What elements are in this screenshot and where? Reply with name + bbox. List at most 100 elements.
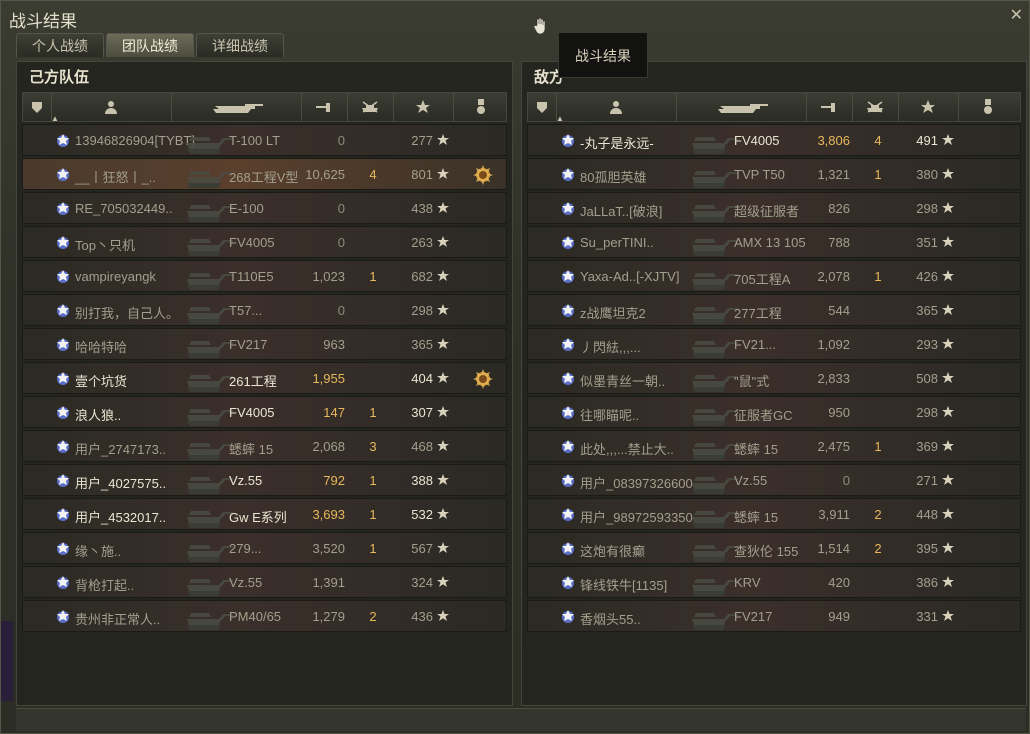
mastery-award-icon [473,165,493,185]
header-kills-icon[interactable] [347,93,394,121]
ally-team-panel: 己方队伍 ▲ 13946826904[TYBT] T-100 LT 0 277 __丨狂… [16,61,513,706]
window-title: 战斗结果 [9,12,77,31]
player-name: 用户_2747173.. [75,442,167,457]
player-row[interactable]: 用户_08397326600 Vz.55 0 271 [527,464,1021,496]
player-row[interactable]: Yaxa-Ad..[-XJTV] 705工程A 2,078 1 426 [527,260,1021,292]
tank-silhouette-icon [692,307,738,324]
tank-name: Vz.55 [229,473,263,488]
xp-value: 386 [916,575,938,590]
bottom-bar [16,708,1026,731]
medal-icon [562,406,574,419]
tank-silhouette-icon [187,511,233,528]
header-damage-icon[interactable] [806,93,853,121]
background-edge [1,621,13,701]
header-xp-star-icon[interactable] [898,93,959,121]
player-row[interactable]: 此处,,,...禁止大.. 蟋蟀 15 2,475 1 369 [527,430,1021,462]
player-row[interactable]: 浪人狼.. FV4005 147 1 307 [22,396,507,428]
medal-icon [57,406,69,419]
header-player-icon[interactable] [556,93,677,121]
header-badge-icon[interactable] [23,93,52,121]
player-row[interactable]: 用户_98972593350 蟋蟀 15 3,911 2 448 [527,498,1021,530]
player-row[interactable]: 香烟头55.. FV217 949 331 [527,600,1021,632]
header-tank-icon[interactable] [171,93,302,121]
star-icon [437,304,449,315]
header-kills-icon[interactable] [852,93,899,121]
header-medal-icon[interactable] [958,93,1018,121]
tank-name: 279... [229,541,262,556]
header-badge-icon[interactable] [528,93,557,121]
xp-value: 298 [916,201,938,216]
tank-name: Gw E系列 [229,510,287,525]
player-row[interactable]: 13946826904[TYBT] T-100 LT 0 277 [22,124,507,156]
header-medal-icon[interactable] [453,93,508,121]
medal-icon [562,440,574,453]
player-row[interactable]: 用户_2747173.. 蟋蟀 15 2,068 3 468 [22,430,507,462]
player-row[interactable]: RE_705032449.. E-100 0 438 [22,192,507,224]
player-row[interactable]: 贵州非正常人.. PM40/65 1,279 2 436 [22,600,507,632]
player-name: 别打我，自己人。 [75,306,180,321]
player-name: 此处,,,...禁止大.. [580,442,674,457]
player-row[interactable]: 别打我，自己人。 T57... 0 298 [22,294,507,326]
player-row[interactable]: JaLLaT..[破浪] 超级征服者 826 298 [527,192,1021,224]
header-xp-star-icon[interactable] [393,93,454,121]
medal-icon [562,202,574,215]
star-icon [942,134,954,145]
player-row[interactable]: 哈哈特哈 FV217 963 365 [22,328,507,360]
tab-detailed[interactable]: 详细战绩 [196,33,284,57]
player-row[interactable]: -丸子是永远- FV4005 3,806 4 491 [527,124,1021,156]
kills-value: 1 [369,541,377,556]
xp-value: 438 [411,201,433,216]
sort-arrow-icon: ▲ [556,114,564,123]
tank-name: FV4005 [229,235,275,250]
star-icon [942,304,954,315]
player-row[interactable]: 锋线铁牛[1135] KRV 420 386 [527,566,1021,598]
player-name: 贵州非正常人.. [75,612,161,627]
tab-personal[interactable]: 个人战绩 [16,33,104,57]
player-row[interactable]: 这炮有很癫 查狄伦 155 1,514 2 395 [527,532,1021,564]
xp-value: 307 [411,405,433,420]
tank-name: 277工程 [734,306,782,321]
damage-value: 544 [828,303,850,318]
player-row[interactable]: vampireyangk T110E5 1,023 1 682 [22,260,507,292]
header-player-icon[interactable] [51,93,172,121]
player-row[interactable]: 壹个坑货 261工程 1,955 404 [22,362,507,394]
xp-value: 682 [411,269,433,284]
medal-icon [562,610,574,623]
tank-silhouette-icon [187,375,233,392]
player-row[interactable]: 往哪瞄呢.. 征服者GC 950 298 [527,396,1021,428]
hand-cursor-icon [533,17,546,35]
tank-name: KRV [734,575,761,590]
player-row[interactable]: 缘丶施.. 279... 3,520 1 567 [22,532,507,564]
tank-silhouette-icon [692,137,738,154]
star-icon [437,202,449,213]
header-tank-icon[interactable] [676,93,807,121]
player-row[interactable]: __丨狂怒丨_.. 268工程V型 10,625 4 801 [22,158,507,190]
damage-value: 963 [323,337,345,352]
xp-value: 293 [916,337,938,352]
player-row[interactable]: 用户_4027575.. Vz.55 792 1 388 [22,464,507,496]
kills-value: 1 [874,439,882,454]
player-row[interactable]: 丿閃紶,,,... FV21... 1,092 293 [527,328,1021,360]
tank-name: 蟋蟀 15 [734,510,779,525]
medal-icon [562,270,574,283]
star-icon [437,372,449,383]
damage-value: 0 [337,303,345,318]
player-name: 丿閃紶,,,... [580,340,641,355]
tab-team[interactable]: 团队战绩 [106,33,194,57]
header-damage-icon[interactable] [301,93,348,121]
player-row[interactable]: 80孤胆英雄 TVP T50 1,321 1 380 [527,158,1021,190]
close-icon[interactable]: ✕ [1010,5,1023,25]
xp-value: 324 [411,575,433,590]
player-row[interactable]: 背枪打起.. Vz.55 1,391 324 [22,566,507,598]
player-row[interactable]: z战鹰坦克2 277工程 544 365 [527,294,1021,326]
player-row[interactable]: 似墨青丝一朝.. "鼠"式 2,833 508 [527,362,1021,394]
player-row[interactable]: 用户_4532017.. Gw E系列 3,693 1 532 [22,498,507,530]
tank-name: T-100 LT [229,133,281,148]
player-row[interactable]: Top丶只机 FV4005 0 263 [22,226,507,258]
xp-value: 263 [411,235,433,250]
damage-value: 1,955 [312,371,345,386]
tank-name: Vz.55 [734,473,768,488]
tank-name: 查狄伦 155 [734,544,799,559]
player-row[interactable]: Su_perTINI.. AMX 13 105 788 351 [527,226,1021,258]
xp-value: 365 [916,303,938,318]
